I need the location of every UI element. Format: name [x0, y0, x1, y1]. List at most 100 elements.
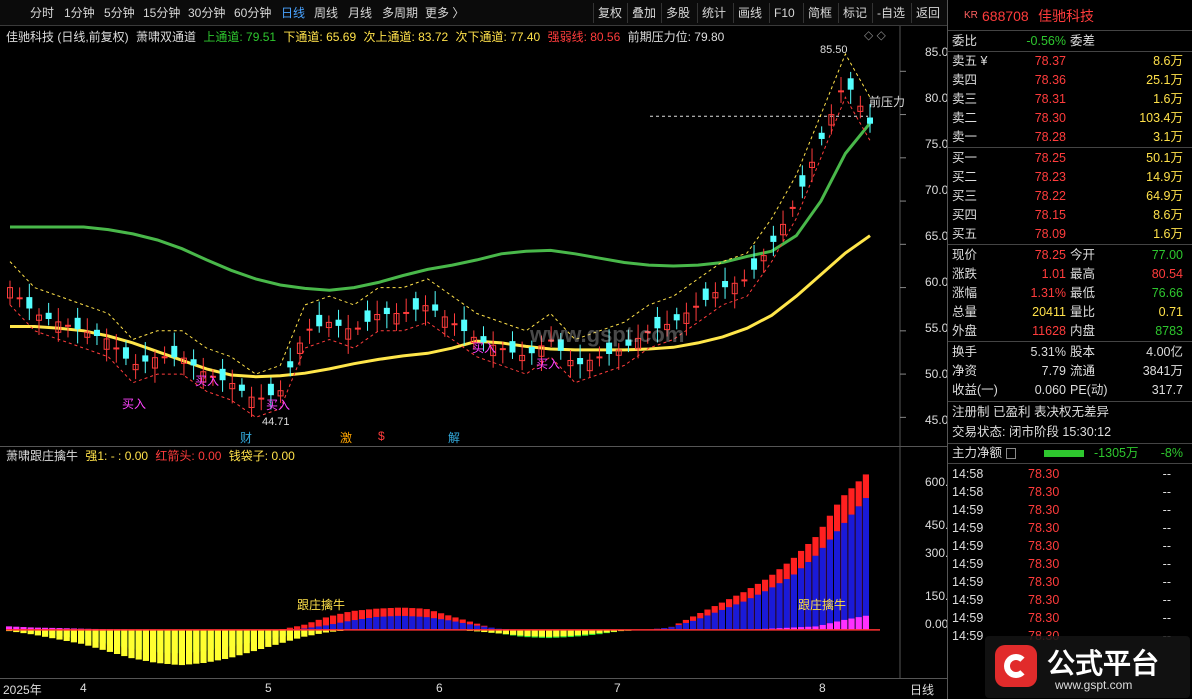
statistics-button[interactable]: 统计 — [697, 3, 730, 23]
tick-row: 14:58 78.30 -- — [948, 483, 1192, 501]
ask-price: 78.36 — [1034, 73, 1066, 87]
yellow-bar — [56, 629, 63, 640]
period-tab-monthly[interactable]: 月线 — [348, 0, 372, 26]
bid-row[interactable]: 买四 78.15 8.6万 — [948, 206, 1192, 225]
y-tick: 45.00 — [925, 413, 956, 427]
ask-price: 78.37 — [1034, 54, 1066, 68]
period-tab-daily[interactable]: 日线 — [281, 0, 305, 26]
ask-row[interactable]: 卖四 78.36 25.1万 — [948, 71, 1192, 90]
period-tab-1min[interactable]: 1分钟 — [64, 0, 95, 26]
legend-strong1: 强1: - : 0.00 — [85, 449, 149, 463]
tick-volume: -- — [1162, 611, 1171, 625]
back-button[interactable]: 返回 — [911, 3, 944, 23]
legend-red-arrow: 红箭头: 0.00 — [155, 449, 222, 463]
tick-volume: -- — [1162, 485, 1171, 499]
period-tab-more[interactable]: 更多 〉 — [425, 0, 464, 26]
incentive-marker[interactable]: 激 — [340, 429, 352, 446]
buy-signal-label: 买入 — [122, 397, 147, 411]
f10-button[interactable]: F10 — [769, 3, 799, 23]
divider — [948, 401, 1192, 402]
blue-bar — [841, 522, 848, 630]
bid-price: 78.15 — [1034, 208, 1066, 222]
simple-frame-button[interactable]: 简框 — [803, 3, 836, 23]
tick-time: 14:58 — [952, 485, 984, 499]
candle-body — [122, 347, 129, 359]
period-tab-30min[interactable]: 30分钟 — [188, 0, 225, 26]
brand-url: www.gspt.com — [1055, 678, 1133, 692]
ask-row[interactable]: 卖三 78.31 1.6万 — [948, 90, 1192, 109]
main-flow-row[interactable]: 主力净额 -1305万 -8% — [948, 444, 1192, 463]
finance-marker[interactable]: 财 — [240, 429, 252, 446]
draw-line-button[interactable]: 画线 — [733, 3, 766, 23]
blue-bar — [402, 615, 409, 630]
stat2-value: 0.060 — [1034, 383, 1066, 397]
bid-row[interactable]: 买三 78.22 64.9万 — [948, 187, 1192, 206]
main-legend: 佳驰科技 (日线,前复权) 萧啸双通道 上通道: 79.51 下通道: 65.6… — [6, 28, 728, 44]
mark-button[interactable]: 标记 — [838, 3, 871, 23]
tick-time: 14:59 — [952, 611, 984, 625]
tick-volume: -- — [1162, 521, 1171, 535]
candle-body — [190, 359, 197, 366]
stat-value: 0.71 — [1158, 305, 1183, 319]
bid-row[interactable]: 买一 78.25 50.1万 — [948, 149, 1192, 168]
candle-body — [258, 397, 265, 400]
stock-tags: 注册制 已盈利 表决权无差异 — [948, 403, 1192, 422]
tick-volume: -- — [1162, 539, 1171, 553]
x-tick: 7 — [614, 681, 621, 695]
ask-row[interactable]: 卖一 78.28 3.1万 — [948, 128, 1192, 147]
unlock-marker[interactable]: 解 — [448, 429, 460, 446]
x-period-label[interactable]: 日线 — [910, 681, 934, 698]
sub-indicator-chart[interactable]: 萧啸跟庄擒牛 强1: - : 0.00 红箭头: 0.00 钱袋子: 0.00 … — [0, 446, 962, 679]
blue-bar — [373, 616, 380, 630]
candle-body — [403, 311, 410, 314]
blue-bar — [855, 506, 862, 630]
stock-name-label: 佳驰科技 (日线,前复权) — [6, 30, 129, 44]
period-tab-weekly[interactable]: 周线 — [314, 0, 338, 26]
period-tab-timeshare[interactable]: 分时 — [30, 0, 54, 26]
kline-chart[interactable]: 佳驰科技 (日线,前复权) 萧啸双通道 上通道: 79.51 下通道: 65.6… — [0, 26, 956, 446]
bid-row[interactable]: 买二 78.23 14.9万 — [948, 168, 1192, 187]
multi-stock-button[interactable]: 多股 — [661, 3, 694, 23]
candle-body — [722, 281, 729, 288]
watchlist-button[interactable]: -自选 — [872, 3, 909, 23]
money-marker[interactable]: $ — [378, 429, 385, 443]
bid-row[interactable]: 买五 78.09 1.6万 — [948, 225, 1192, 244]
stat-label: 最低 — [1070, 286, 1096, 300]
stat2-value: 3841万 — [1142, 364, 1183, 378]
bid-price: 78.25 — [1034, 151, 1066, 165]
ask-row[interactable]: 卖二 78.30 103.4万 — [948, 109, 1192, 128]
pink-bar — [862, 615, 869, 630]
period-tab-multi[interactable]: 多周期 — [382, 0, 418, 26]
overlay-button[interactable]: 叠加 — [627, 3, 660, 23]
period-tab-5min[interactable]: 5分钟 — [104, 0, 135, 26]
yellow-bar — [567, 629, 574, 636]
detail-icon[interactable] — [1006, 448, 1016, 459]
yellow-bar — [157, 629, 164, 664]
tick-time: 14:59 — [952, 593, 984, 607]
stat2-label: 换手 — [952, 345, 978, 359]
ask-row[interactable]: 卖五 ¥ 78.37 8.6万 — [948, 52, 1192, 71]
bid-volume: 14.9万 — [1146, 170, 1183, 184]
stat-label: 今开 — [1070, 248, 1096, 262]
signal-label: 跟庄擒牛 — [798, 598, 847, 612]
yellow-bar — [178, 629, 185, 666]
blue-bar — [330, 624, 337, 630]
blue-bar — [718, 609, 725, 630]
blue-bar — [697, 618, 704, 630]
tick-price: 78.30 — [1028, 611, 1060, 625]
legend-sub-lower-channel: 次下通道: 77.40 — [455, 30, 541, 44]
yellow-bar — [214, 629, 221, 661]
adjust-button[interactable]: 复权 — [593, 3, 626, 23]
tick-row: 14:59 78.30 -- — [948, 537, 1192, 555]
candle-body — [751, 258, 758, 270]
stat2-value: 5.31% — [1030, 345, 1066, 359]
tick-volume: -- — [1162, 503, 1171, 517]
tick-time: 14:59 — [952, 539, 984, 553]
main-flow-bar — [1044, 450, 1084, 457]
period-tab-15min[interactable]: 15分钟 — [143, 0, 180, 26]
candle-body — [64, 324, 71, 327]
period-tab-60min[interactable]: 60分钟 — [234, 0, 271, 26]
sub-y-tick: 0.00 — [925, 617, 949, 631]
settings-icon[interactable]: ◇ ◇ — [864, 28, 886, 42]
y-tick: 70.00 — [925, 183, 956, 197]
